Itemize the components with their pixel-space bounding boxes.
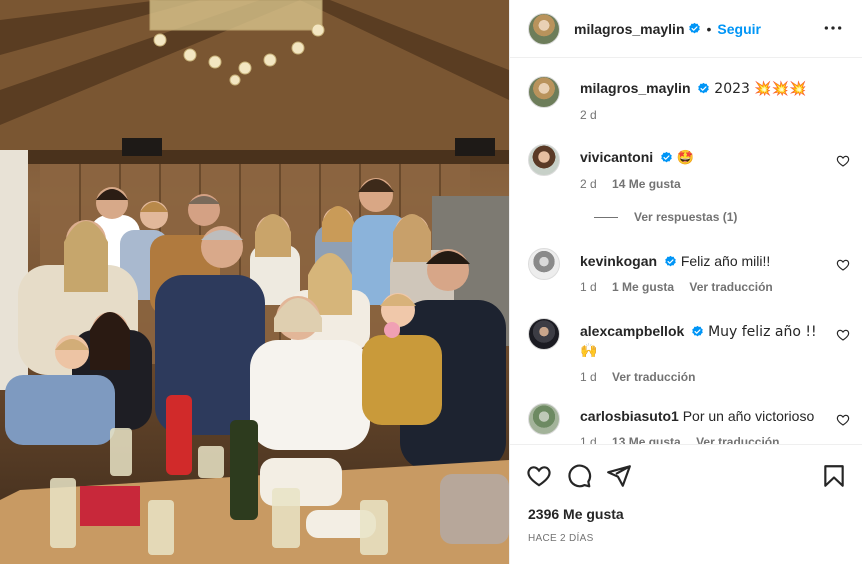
view-replies-label[interactable]: Ver respuestas (1) [634, 210, 737, 224]
comment-time: 2 d [580, 177, 597, 191]
post-sidebar: milagros_maylin • Seguir milagros_maylin [509, 0, 862, 564]
caption-avatar[interactable] [528, 76, 560, 108]
caption-text: 2023 💥💥💥 [714, 81, 807, 97]
more-options-icon[interactable] [823, 20, 843, 36]
caption-time: 2 d [580, 108, 597, 122]
translate-link[interactable]: Ver traducción [696, 435, 779, 444]
comment-time: 1 d [580, 370, 597, 384]
comments-list: milagros_maylin 2023 💥💥💥 2 d vivicantoni [510, 58, 862, 444]
comment-text: 🤩 [676, 150, 695, 166]
comment-meta: 1 d 1 Me gusta Ver traducción [580, 278, 838, 296]
translate-link[interactable]: Ver traducción [612, 370, 695, 384]
comment-time: 1 d [580, 280, 597, 294]
family-photo-illustration [0, 0, 509, 564]
comment-like-heart-icon[interactable] [836, 413, 850, 427]
comment-like-heart-icon[interactable] [836, 258, 850, 272]
comment-meta: 2 d 14 Me gusta [580, 175, 838, 193]
comment-likes[interactable]: 1 Me gusta [612, 280, 674, 294]
bookmark-icon[interactable] [821, 463, 847, 489]
commenter-avatar[interactable] [528, 403, 560, 435]
heart-icon[interactable] [526, 463, 552, 489]
comment-like-heart-icon[interactable] [836, 154, 850, 168]
verified-badge-icon [665, 255, 676, 267]
verified-badge-icon [688, 22, 700, 34]
commenter-username[interactable]: kevinkogan [580, 253, 657, 269]
commenter-username[interactable]: alexcampbellok [580, 323, 684, 339]
verified-badge-icon [698, 82, 710, 94]
post-timestamp: HACE 2 DÍAS [528, 533, 594, 544]
replies-divider-line [594, 216, 618, 218]
comment-icon[interactable] [566, 463, 592, 489]
commenter-avatar[interactable] [528, 248, 560, 280]
post-modal: milagros_maylin • Seguir milagros_maylin [0, 0, 862, 564]
commenter-username[interactable]: carlosbiasuto1 [580, 408, 679, 424]
post-actions: 2396 Me gusta HACE 2 DÍAS [510, 444, 862, 564]
comment-text: Feliz año mili!! [680, 253, 771, 269]
post-photo[interactable] [0, 0, 509, 564]
comment-meta: 1 d Ver traducción [580, 368, 838, 386]
comment-likes[interactable]: 13 Me gusta [612, 435, 681, 444]
verified-badge-icon [661, 151, 672, 163]
comment-like-heart-icon[interactable] [836, 328, 850, 342]
caption-meta: 2 d [580, 106, 838, 124]
view-replies-link[interactable]: Ver respuestas (1) [594, 210, 737, 224]
verified-badge-icon [692, 325, 703, 337]
commenter-username[interactable]: vivicantoni [580, 149, 653, 165]
comment-likes[interactable]: 14 Me gusta [612, 177, 681, 191]
separator-dot: • [706, 20, 712, 37]
share-icon[interactable] [606, 463, 632, 489]
comment-meta: 1 d 13 Me gusta Ver traducción [580, 433, 838, 444]
commenter-avatar[interactable] [528, 318, 560, 350]
comment-text: Por un año victorioso [682, 408, 815, 424]
caption-username[interactable]: milagros_maylin [580, 80, 691, 96]
follow-button[interactable]: Seguir [717, 21, 761, 37]
translate-link[interactable]: Ver traducción [689, 280, 772, 294]
commenter-avatar[interactable] [528, 144, 560, 176]
likes-count[interactable]: 2396 Me gusta [528, 506, 624, 522]
comment-time: 1 d [580, 435, 597, 444]
post-header: milagros_maylin • Seguir [510, 0, 862, 58]
author-username[interactable]: milagros_maylin [574, 21, 685, 37]
author-avatar[interactable] [528, 12, 560, 45]
